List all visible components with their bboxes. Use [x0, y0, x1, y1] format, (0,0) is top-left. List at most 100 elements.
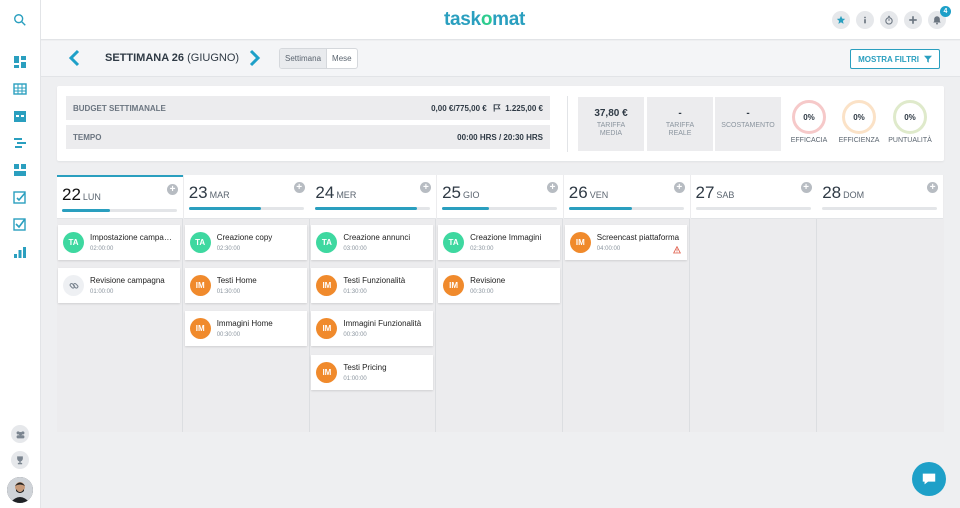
task-card[interactable]: TA Creazione copy 02:30:00: [184, 225, 307, 260]
day-progress-bar: [62, 209, 177, 212]
day-name: MER: [336, 190, 357, 200]
task-duration: 03:00:00: [343, 246, 367, 252]
task-card[interactable]: IM Immagini Home 00:30:00: [184, 311, 307, 346]
add-task-icon[interactable]: +: [293, 182, 305, 193]
day-column[interactable]: 22 LUN + TA Impostazione campagna 02:00:00 Rev…: [57, 175, 183, 432]
task-duration: 02:30:00: [216, 246, 241, 252]
view-month-button[interactable]: Mese: [327, 49, 357, 68]
assignee-avatar: IM: [189, 318, 211, 339]
time-label: TEMPO: [73, 132, 102, 142]
table-icon[interactable]: [12, 81, 28, 97]
day-progress-bar: [822, 207, 938, 210]
gauge-puntualita: 0% PUNTUALITÀ: [888, 100, 932, 144]
day-progress-fill: [188, 207, 262, 210]
kpi-tariffa-reale: - TARIFFA REALE: [647, 97, 713, 151]
add-task-icon[interactable]: +: [927, 182, 939, 193]
day-name: GIO: [463, 190, 480, 200]
show-filters-button[interactable]: MOSTRA FILTRI: [850, 49, 940, 69]
avatar[interactable]: [7, 477, 33, 503]
add-task-icon[interactable]: +: [547, 182, 559, 193]
day-header: 24 MER +: [310, 175, 437, 219]
day-header: 22 LUN +: [57, 175, 183, 219]
task-name: Testi Home: [216, 276, 257, 285]
chat-button[interactable]: [912, 462, 946, 496]
day-column[interactable]: 23 MAR + TA Creazione copy 02:30:00 IM Testi Ho…: [183, 175, 310, 432]
day-column[interactable]: 25 GIO + TA Creazione Immagini 02:30:00 IM Revi…: [437, 175, 564, 432]
gauge-efficacia: 0% EFFICACIA: [791, 100, 827, 144]
task-card[interactable]: TA Creazione Immagini 02:30:00: [438, 225, 561, 260]
task-card[interactable]: TA Creazione annunci 03:00:00: [311, 225, 434, 260]
trophy-icon[interactable]: [11, 451, 29, 469]
day-number: 24 MER: [315, 183, 357, 202]
chevron-right-icon: [249, 49, 261, 67]
day-progress-fill: [315, 207, 417, 210]
task-card[interactable]: IM Testi Pricing 01:00:00: [311, 355, 434, 390]
bell-icon[interactable]: 4: [928, 6, 951, 29]
assignee-avatar: TA: [189, 232, 211, 253]
task-card[interactable]: IM Testi Funzionalità 01:30:00: [311, 268, 434, 303]
day-column[interactable]: 27 SAB +: [690, 175, 817, 432]
dashboard-icon[interactable]: [12, 54, 28, 70]
day-number: 23 MAR: [188, 183, 230, 202]
day-header: 28 DOM +: [817, 175, 944, 219]
star-icon[interactable]: [832, 11, 850, 29]
day-progress-bar: [442, 207, 558, 210]
day-number: 26 VEN: [568, 183, 609, 202]
day-column[interactable]: 28 DOM +: [817, 175, 944, 432]
task-card[interactable]: IM Immagini Funzionalità 00:30:00: [311, 311, 434, 346]
day-column[interactable]: 26 VEN + IM Screencast piattaforma 04:00:00: [563, 175, 690, 432]
add-task-icon[interactable]: +: [673, 182, 685, 193]
flag-icon: [493, 103, 501, 112]
timer-icon[interactable]: [880, 11, 898, 29]
task-card[interactable]: Revisione campagna 01:00:00: [58, 268, 180, 303]
team-icon[interactable]: [11, 425, 29, 443]
task-name: Creazione Immagini: [470, 233, 542, 242]
view-week-button[interactable]: Settimana: [280, 49, 328, 68]
task-check-icon[interactable]: [12, 216, 28, 232]
view-toggle: Settimana Mese: [279, 48, 358, 69]
task-card[interactable]: TA Impostazione campagna 02:00:00: [58, 225, 180, 260]
task-duration: 01:30:00: [216, 289, 241, 295]
show-filters-label: MOSTRA FILTRI: [858, 54, 919, 64]
task-duration: 00:30:00: [216, 332, 241, 338]
weekly-summary: BUDGET SETTIMANALE 0,00 €/775,00 € 1.225…: [57, 86, 944, 161]
task-duration: 01:00:00: [90, 289, 114, 295]
add-task-icon[interactable]: +: [800, 182, 812, 193]
task-name: Screencast piattaforma: [596, 233, 680, 242]
day-number: 28 DOM: [822, 183, 865, 202]
info-icon[interactable]: [856, 11, 874, 29]
task-name: Impostazione campagna: [90, 233, 176, 242]
day-column[interactable]: 24 MER + TA Creazione annunci 03:00:00 IM Testi…: [310, 175, 437, 432]
task-card[interactable]: IM Screencast piattaforma 04:00:00: [564, 225, 687, 260]
boards-icon[interactable]: [12, 162, 28, 178]
assignee-avatar: TA: [63, 232, 84, 253]
filter-icon: [924, 55, 932, 63]
edit-check-icon[interactable]: [12, 189, 28, 205]
gauge-efficienza: 0% EFFICIENZA: [839, 100, 879, 144]
week-calendar: 22 LUN + TA Impostazione campagna 02:00:00 Rev…: [57, 175, 944, 432]
chat-icon: [922, 473, 936, 485]
gantt-icon[interactable]: [12, 135, 28, 151]
task-duration: 00:30:00: [343, 332, 367, 338]
search-icon[interactable]: [12, 12, 28, 28]
add-icon[interactable]: [904, 11, 922, 29]
task-name: Revisione: [470, 276, 506, 285]
add-task-icon[interactable]: +: [167, 184, 178, 195]
day-header: 23 MAR +: [183, 175, 310, 219]
add-task-icon[interactable]: +: [420, 182, 432, 193]
reports-icon[interactable]: [12, 244, 28, 260]
task-card[interactable]: IM Revisione 00:30:00: [438, 268, 561, 303]
day-name: DOM: [843, 190, 865, 200]
next-week-button[interactable]: [246, 48, 262, 68]
task-duration: 02:00:00: [90, 246, 114, 252]
prev-week-button[interactable]: [67, 48, 83, 68]
task-name: Immagini Funzionalità: [343, 319, 422, 328]
calendar-icon[interactable]: [12, 108, 28, 124]
day-progress-fill: [568, 207, 633, 210]
kpi-scostamento: - SCOSTAMENTO: [715, 97, 781, 151]
link-icon: [63, 275, 84, 296]
task-duration: 01:30:00: [343, 289, 367, 295]
day-progress-bar: [695, 207, 811, 210]
task-card[interactable]: IM Testi Home 01:30:00: [184, 268, 307, 303]
app-logo[interactable]: taskomat: [444, 9, 525, 31]
